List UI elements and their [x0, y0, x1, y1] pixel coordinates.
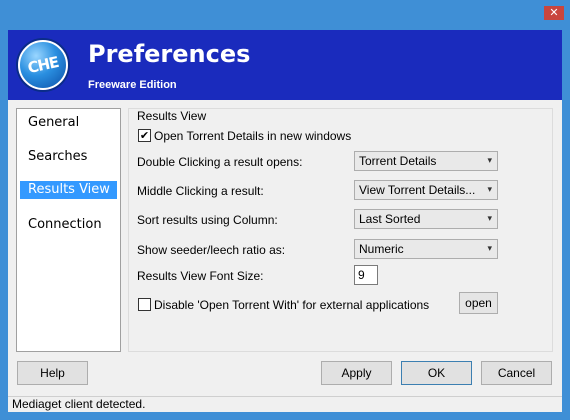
sidebar-item-searches[interactable]: Searches — [20, 148, 117, 166]
disable-open-with-checkbox[interactable] — [138, 298, 151, 311]
dialog-body: CHE Preferences Freeware Edition General… — [8, 30, 562, 412]
open-details-label: Open Torrent Details in new windows — [154, 129, 352, 143]
chevron-down-icon: ▾ — [487, 244, 492, 254]
font-size-label: Results View Font Size: — [137, 269, 264, 283]
help-button[interactable]: Help — [17, 361, 88, 385]
sidebar-item-results-view[interactable]: Results View — [20, 181, 117, 199]
panel-title: Results View — [137, 109, 207, 123]
double-click-select[interactable]: Torrent Details ▾ — [354, 151, 498, 171]
open-details-checkbox[interactable]: ✔ — [138, 129, 151, 142]
sidebar-item-connection[interactable]: Connection — [20, 216, 117, 234]
close-button[interactable]: ✕ — [544, 6, 564, 20]
sidebar-item-general[interactable]: General — [20, 114, 117, 132]
double-click-value: Torrent Details — [359, 154, 437, 168]
chevron-down-icon: ▾ — [487, 185, 492, 195]
chevron-down-icon: ▾ — [487, 156, 492, 166]
category-list: General Searches Results View Connection — [16, 108, 121, 352]
logo-text: CHE — [26, 52, 60, 78]
middle-click-label: Middle Clicking a result: — [137, 184, 264, 198]
seeder-ratio-label: Show seeder/leech ratio as: — [137, 243, 286, 257]
middle-click-value: View Torrent Details... — [359, 183, 476, 197]
chevron-down-icon: ▾ — [487, 214, 492, 224]
results-view-panel: Results View ✔ Open Torrent Details in n… — [128, 108, 553, 352]
font-size-input[interactable]: 9 — [354, 265, 378, 285]
page-title: Preferences — [88, 40, 251, 68]
double-click-label: Double Clicking a result opens: — [137, 155, 303, 169]
edition-subtitle: Freeware Edition — [88, 79, 177, 91]
app-logo: CHE — [18, 40, 68, 90]
disable-open-with-label: Disable 'Open Torrent With' for external… — [154, 298, 430, 312]
middle-click-select[interactable]: View Torrent Details... ▾ — [354, 180, 498, 200]
seeder-ratio-select[interactable]: Numeric ▾ — [354, 239, 498, 259]
sort-column-label: Sort results using Column: — [137, 213, 278, 227]
cancel-button[interactable]: Cancel — [481, 361, 552, 385]
status-bar: Mediaget client detected. — [8, 396, 562, 412]
seeder-ratio-value: Numeric — [359, 242, 404, 256]
sort-column-value: Last Sorted — [359, 212, 421, 226]
sort-column-select[interactable]: Last Sorted ▾ — [354, 209, 498, 229]
apply-button[interactable]: Apply — [321, 361, 392, 385]
preferences-window: ✕ CHE Preferences Freeware Edition Gener… — [0, 0, 570, 420]
open-button[interactable]: open — [459, 292, 498, 314]
title-bar[interactable]: ✕ — [0, 0, 570, 30]
header-banner: CHE Preferences Freeware Edition — [8, 30, 562, 100]
ok-button[interactable]: OK — [401, 361, 472, 385]
